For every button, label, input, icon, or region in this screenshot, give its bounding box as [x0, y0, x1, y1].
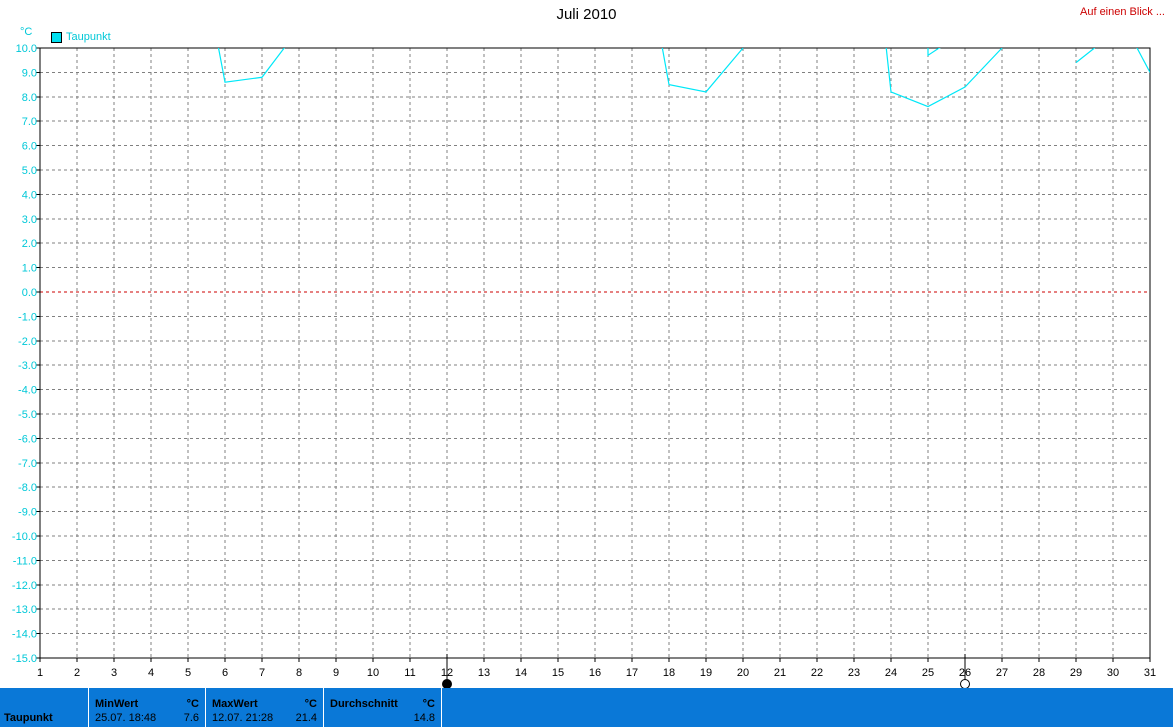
stat-min-unit: °C [186, 698, 199, 710]
x-tick-label: 15 [552, 667, 564, 679]
y-tick-label: -4.0 [18, 385, 37, 397]
y-tick-label: 3.0 [22, 214, 37, 226]
x-tick-label: 16 [589, 667, 601, 679]
y-tick-label: 4.0 [22, 189, 37, 201]
stat-min-value: 7.6 [183, 712, 199, 724]
y-tick-label: -7.0 [18, 458, 37, 470]
stat-avg-header: Durchschnitt [330, 698, 398, 710]
x-tick-label: 24 [885, 667, 897, 679]
x-tick-label: 23 [848, 667, 860, 679]
y-tick-label: -11.0 [13, 555, 37, 567]
x-tick-label: 31 [1144, 667, 1156, 679]
x-tick-label: 1 [37, 667, 43, 679]
y-tick-label: -5.0 [18, 409, 37, 421]
x-tick-label: 25 [922, 667, 934, 679]
x-tick-label: 20 [737, 667, 749, 679]
y-tick-label: -8.0 [18, 482, 37, 494]
x-tick-label: 2 [74, 667, 80, 679]
x-tick-label: 28 [1033, 667, 1045, 679]
y-tick-label: 9.0 [22, 67, 37, 79]
y-tick-label: -6.0 [18, 433, 37, 445]
y-tick-label: -2.0 [18, 336, 37, 348]
x-tick-label: 21 [774, 667, 786, 679]
y-tick-label: 2.0 [22, 238, 37, 250]
x-tick-label: 13 [478, 667, 490, 679]
y-tick-label: -9.0 [18, 507, 37, 519]
marker-max-icon [442, 679, 452, 688]
x-tick-label: 10 [367, 667, 379, 679]
x-tick-label: 18 [663, 667, 675, 679]
x-tick-label: 4 [148, 667, 154, 679]
stat-avg-value: 14.8 [413, 712, 435, 724]
y-tick-label: -14.0 [12, 629, 37, 641]
y-tick-label: 5.0 [22, 165, 37, 177]
y-tick-label: 7.0 [22, 116, 37, 128]
x-tick-label: 11 [404, 667, 415, 679]
x-tick-label: 29 [1070, 667, 1082, 679]
stats-series-label: Taupunkt [4, 712, 53, 724]
dew-point-chart: 10.0 9.0 8.0 7.0 6.0 5.0 4.0 3.0 2.0 1.0 0.0 -1.0 -2… [12, 43, 1156, 688]
y-tick-label: -12.0 [12, 580, 37, 592]
x-tick-label: 9 [333, 667, 339, 679]
series-line-taupunkt [661, 48, 744, 93]
series-line-taupunkt [927, 48, 942, 57]
y-tick-label: 6.0 [22, 141, 37, 153]
y-tick-label: -1.0 [18, 311, 37, 323]
series-line-taupunkt [217, 48, 285, 83]
stat-max-header: MaxWert [212, 698, 258, 710]
stat-avg: Durchschnitt °C 14.8 [323, 688, 442, 727]
x-tick-label: 8 [296, 667, 302, 679]
x-tick-label: 14 [515, 667, 527, 679]
stat-max-date: 12.07. 21:28 [212, 712, 274, 724]
series-line-taupunkt [1075, 48, 1096, 64]
x-tick-label: 3 [111, 667, 117, 679]
stat-max: MaxWert °C 12.07. 21:28 21.4 [205, 688, 323, 727]
x-tick-label: 7 [259, 667, 265, 679]
x-tick-label: 30 [1107, 667, 1119, 679]
y-tick-label: -13.0 [12, 604, 37, 616]
stat-min: MinWert °C 25.07. 18:48 7.6 [88, 688, 205, 727]
stat-avg-unit: °C [422, 698, 435, 710]
stat-min-header: MinWert [95, 698, 139, 710]
stats-bar: Taupunkt MinWert °C 25.07. 18:48 7.6 Max… [0, 688, 1173, 727]
y-tick-label: -3.0 [18, 360, 37, 372]
y-tick-label: -10.0 [12, 531, 37, 543]
y-tick-label: 8.0 [22, 92, 37, 104]
x-tick-label: 19 [700, 667, 712, 679]
x-tick-label: 22 [811, 667, 823, 679]
marker-min-icon [960, 679, 970, 688]
stat-max-unit: °C [304, 698, 317, 710]
stat-max-value: 21.4 [295, 712, 317, 724]
y-tick-label: -15.0 [12, 653, 37, 665]
y-tick-label: 0.0 [22, 287, 37, 299]
stat-min-date: 25.07. 18:48 [95, 712, 157, 724]
series-line-taupunkt [885, 48, 1003, 108]
x-tick-label: 27 [996, 667, 1008, 679]
y-tick-label: 10.0 [16, 43, 37, 55]
x-tick-label: 5 [185, 667, 191, 679]
y-tick-label: 1.0 [22, 263, 37, 275]
x-tick-label: 6 [222, 667, 228, 679]
x-tick-label: 17 [626, 667, 638, 679]
